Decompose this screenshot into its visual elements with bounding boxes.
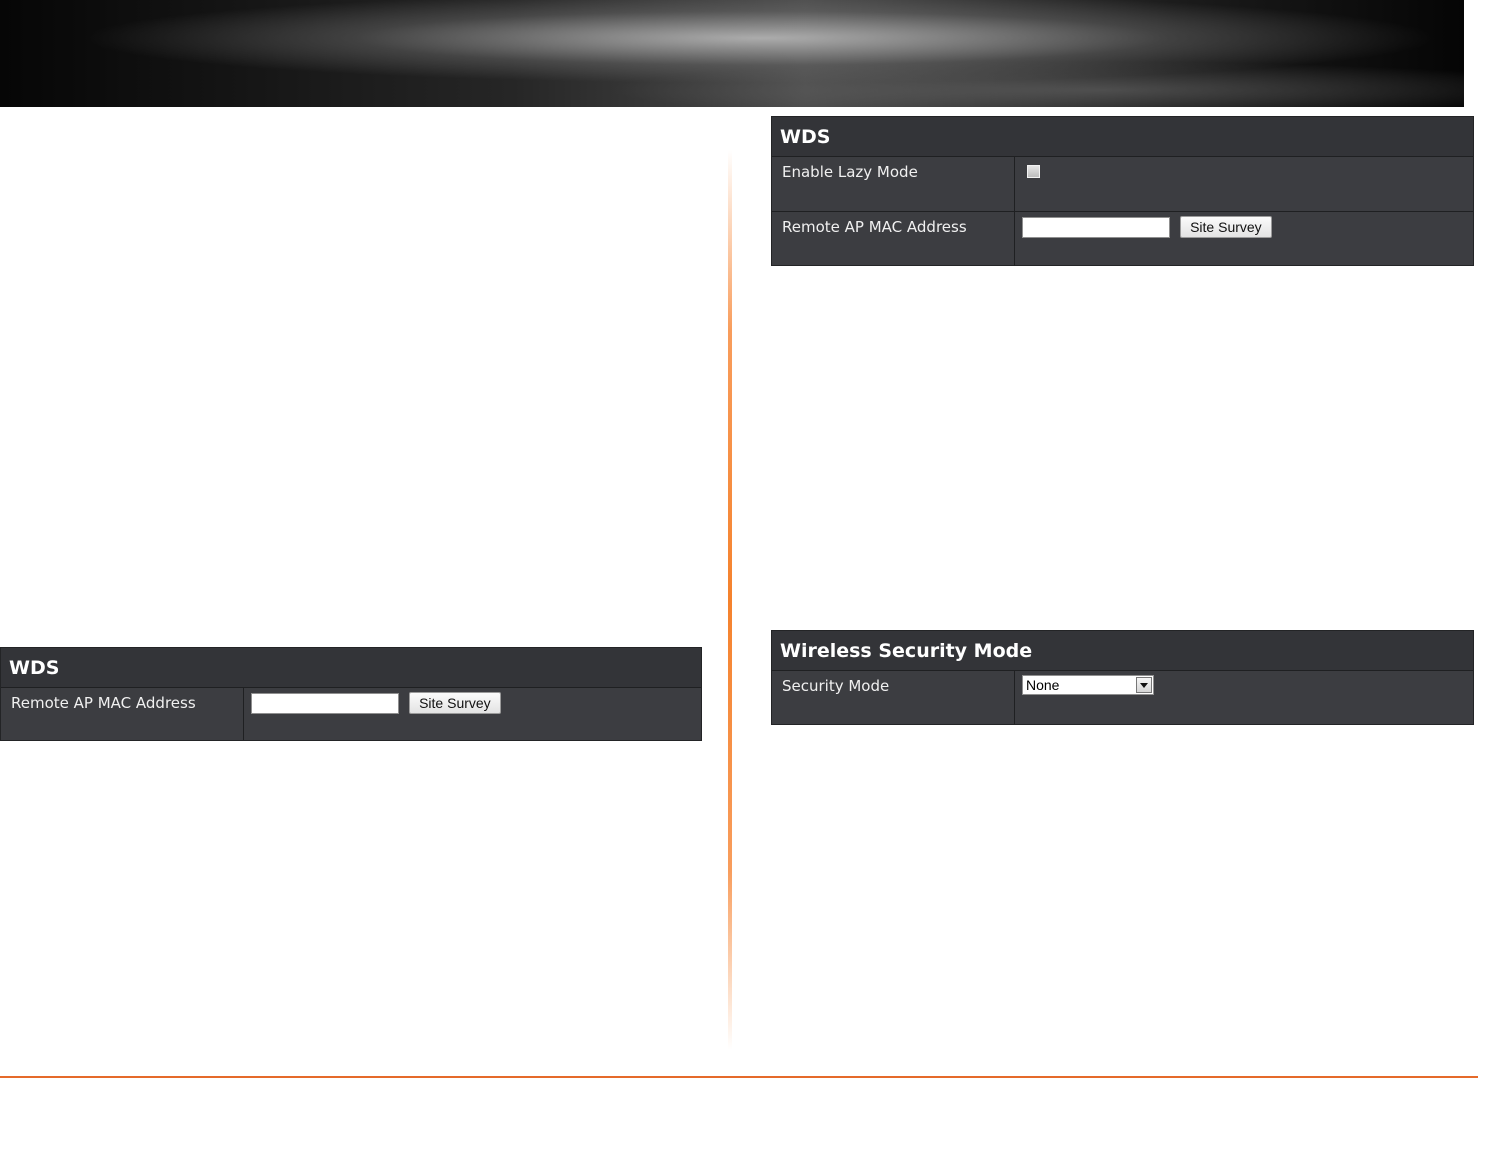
security-mode-row: Security Mode None bbox=[772, 671, 1473, 724]
chevron-down-icon[interactable] bbox=[1136, 677, 1152, 693]
wds-panel-left: WDS Remote AP MAC Address Site Survey bbox=[0, 647, 702, 741]
remote-ap-mac-label: Remote AP MAC Address bbox=[772, 212, 1015, 266]
remote-ap-mac-row: Remote AP MAC Address Site Survey bbox=[772, 211, 1473, 266]
enable-lazy-mode-value bbox=[1015, 157, 1473, 211]
remote-ap-mac-row: Remote AP MAC Address Site Survey bbox=[1, 688, 701, 740]
remote-ap-mac-label: Remote AP MAC Address bbox=[1, 688, 244, 740]
wds-panel-right: WDS Enable Lazy Mode Remote AP MAC Addre… bbox=[771, 116, 1474, 266]
site-survey-button[interactable]: Site Survey bbox=[409, 692, 501, 714]
footer-divider bbox=[0, 1076, 1478, 1078]
security-mode-selected: None bbox=[1026, 677, 1060, 693]
header-banner bbox=[0, 0, 1464, 107]
panel-title: Wireless Security Mode bbox=[772, 631, 1473, 671]
enable-lazy-mode-checkbox[interactable] bbox=[1027, 165, 1040, 178]
wireless-security-panel: Wireless Security Mode Security Mode Non… bbox=[771, 630, 1474, 725]
remote-ap-mac-value: Site Survey bbox=[244, 688, 701, 740]
security-mode-value: None bbox=[1015, 671, 1473, 724]
enable-lazy-mode-label: Enable Lazy Mode bbox=[772, 157, 1015, 211]
remote-ap-mac-input[interactable] bbox=[251, 692, 399, 714]
site-survey-button[interactable]: Site Survey bbox=[1180, 216, 1272, 238]
security-mode-select[interactable]: None bbox=[1022, 675, 1154, 695]
security-mode-label: Security Mode bbox=[772, 671, 1015, 724]
panel-title: WDS bbox=[1, 648, 701, 688]
panel-title: WDS bbox=[772, 117, 1473, 157]
column-divider bbox=[728, 150, 732, 1050]
remote-ap-mac-value: Site Survey bbox=[1015, 212, 1473, 266]
enable-lazy-mode-row: Enable Lazy Mode bbox=[772, 157, 1473, 211]
remote-ap-mac-input[interactable] bbox=[1022, 216, 1170, 238]
